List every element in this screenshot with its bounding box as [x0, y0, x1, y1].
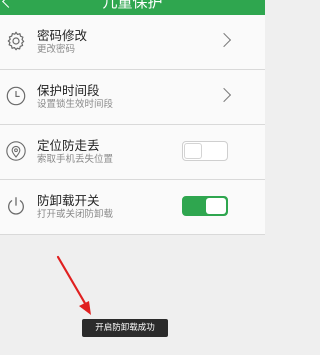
annotation-arrow — [56, 255, 91, 315]
toast-message: 开启防卸载成功 — [82, 319, 168, 337]
